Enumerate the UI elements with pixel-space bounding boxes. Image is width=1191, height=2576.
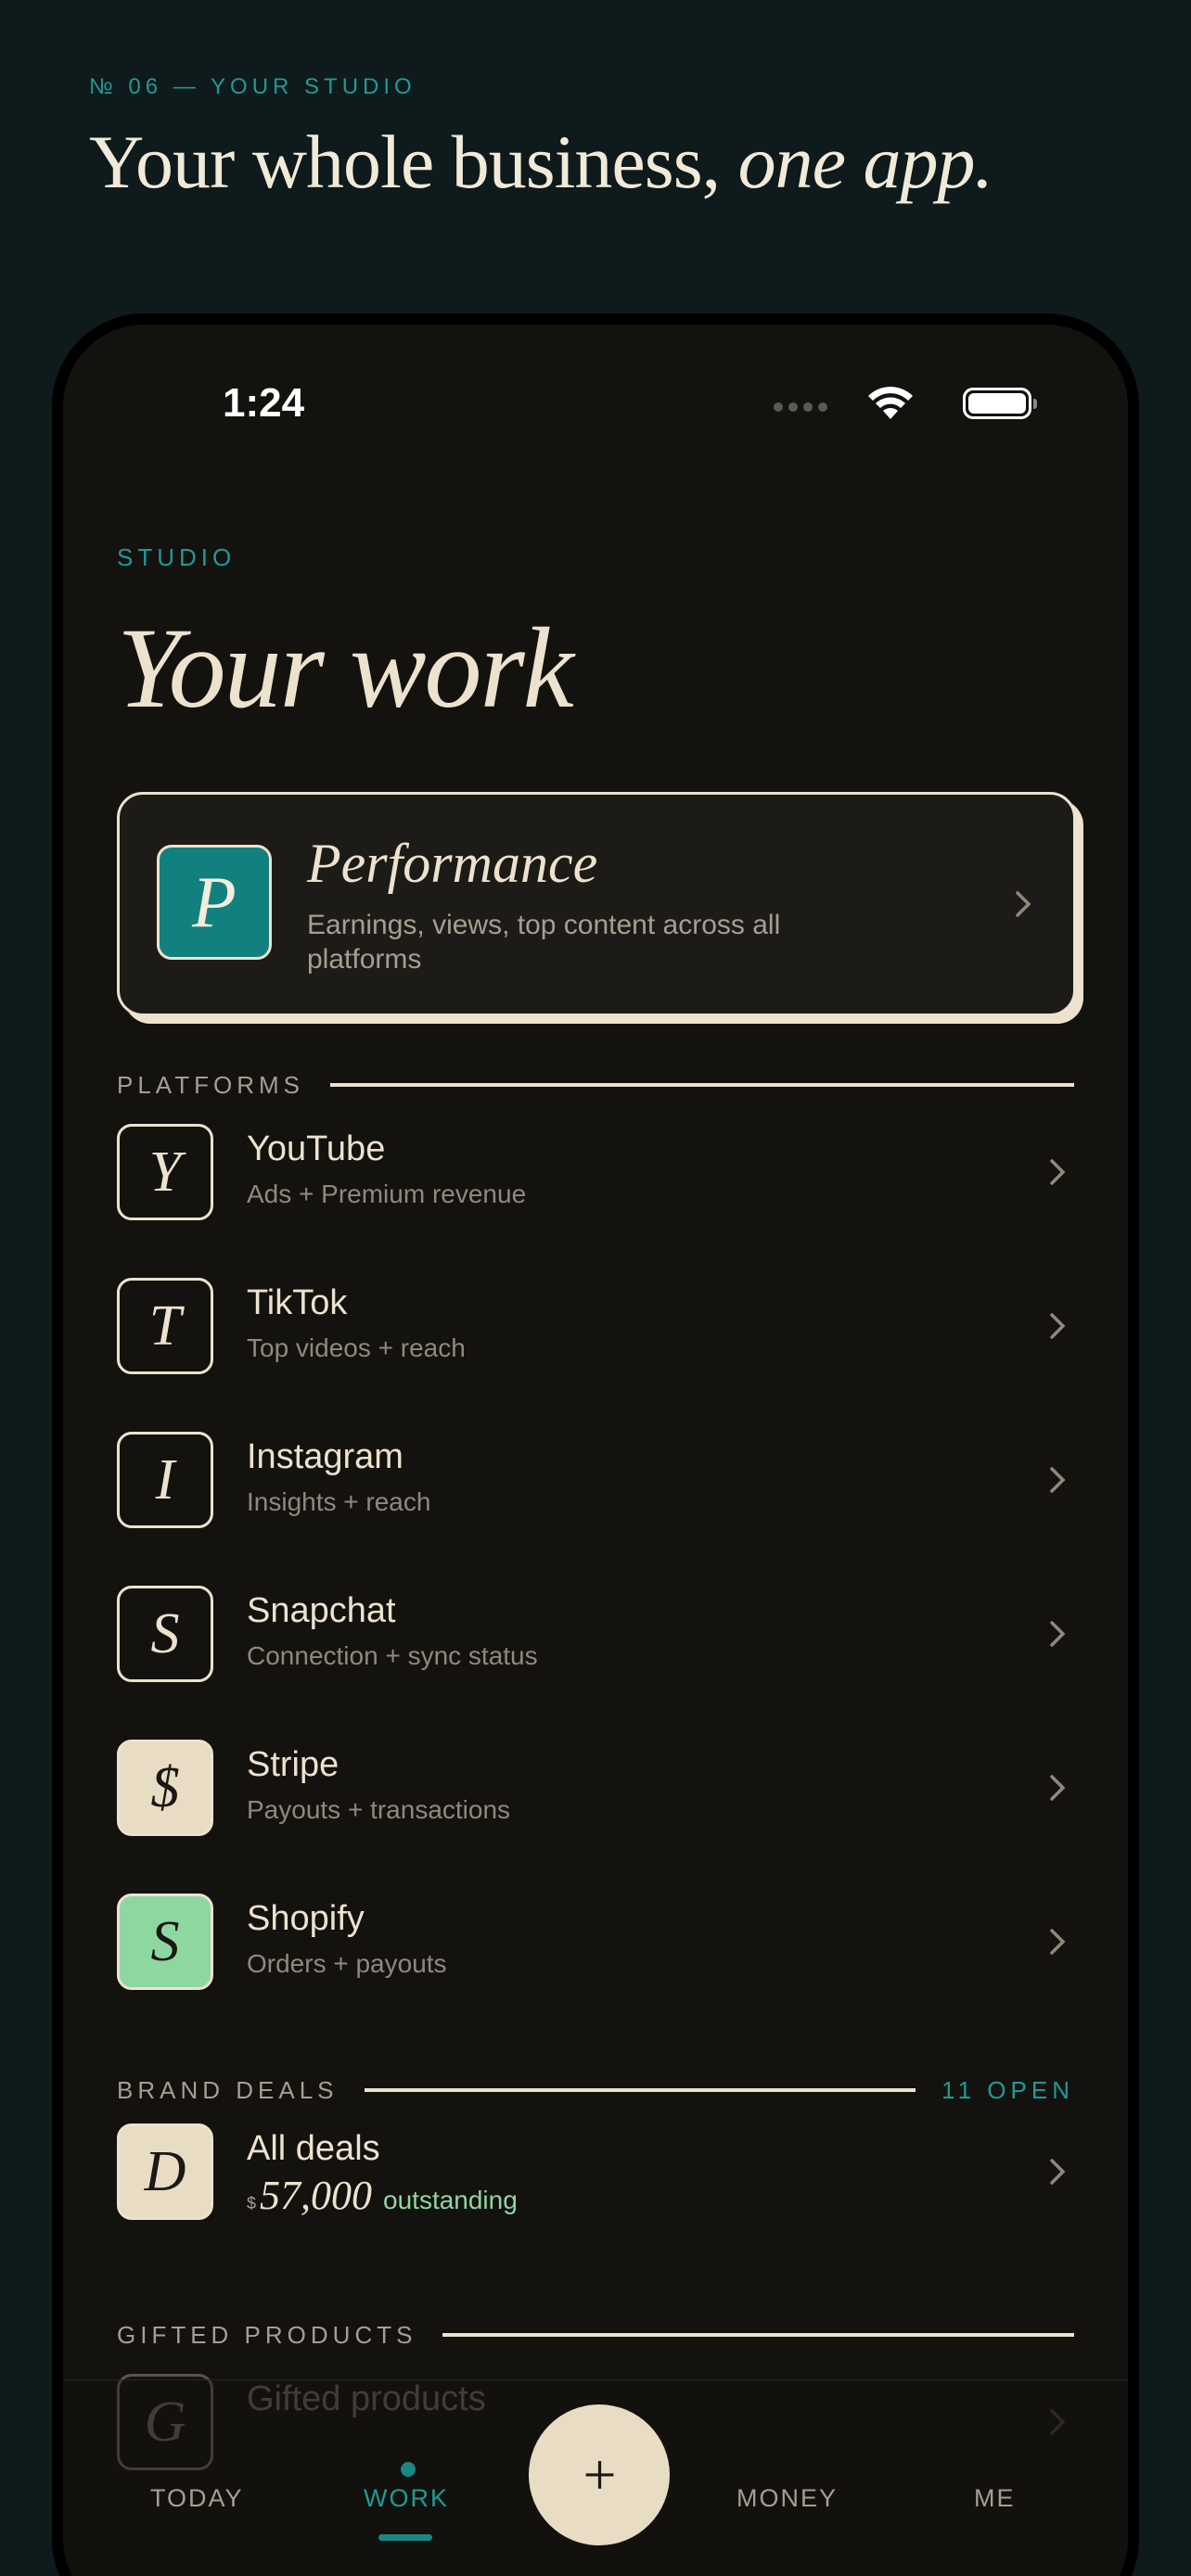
page-title: Your work	[117, 605, 574, 732]
chevron-right-icon	[1039, 1154, 1076, 1191]
phone-frame: 1:24 STUDIO Your work P Performance Earn…	[52, 313, 1139, 2576]
row-subtitle: Payouts + transactions	[247, 1795, 511, 1824]
row-title: TikTok	[247, 1283, 348, 1322]
chevron-right-icon	[1039, 1615, 1076, 1652]
row-title: Snapchat	[247, 1591, 396, 1630]
gifted-label: GIFTED PRODUCTS	[117, 2320, 417, 2349]
tiktok-tile: T	[117, 1278, 213, 1374]
platform-row-snapchat[interactable]: S Snapchat Connection + sync status	[117, 1586, 1076, 1688]
divider	[442, 2333, 1074, 2337]
gifted-section-header: GIFTED PRODUCTS	[117, 2316, 1074, 2353]
tab-work[interactable]: WORK	[364, 2484, 449, 2513]
active-indicator-dot	[401, 2462, 416, 2477]
platform-row-shopify[interactable]: S Shopify Orders + payouts	[117, 1894, 1076, 1996]
performance-description: Earnings, views, top content across all …	[307, 910, 781, 975]
headline-main: Your whole business,	[89, 120, 721, 204]
platforms-label: PLATFORMS	[117, 1070, 304, 1099]
chevron-right-icon	[1039, 1769, 1076, 1806]
row-subtitle: Orders + payouts	[247, 1949, 447, 1978]
open-deals-count: 11 OPEN	[941, 2075, 1074, 2104]
row-title: Shopify	[247, 1899, 365, 1938]
chevron-right-icon	[1005, 886, 1042, 923]
active-tab-underline	[378, 2534, 432, 2541]
row-title: All deals	[247, 2129, 380, 2168]
row-title: YouTube	[247, 1129, 386, 1168]
chevron-right-icon	[1039, 1461, 1076, 1498]
battery-icon	[963, 388, 1037, 419]
row-subtitle: Connection + sync status	[247, 1641, 538, 1670]
eyebrow: № 06 — YOUR STUDIO	[89, 74, 416, 99]
tab-bar: TODAY WORK + MONEY ME	[63, 2379, 1128, 2576]
divider	[364, 2088, 916, 2092]
outstanding-amount: $ 57,000 outstanding	[247, 2172, 518, 2219]
platform-row-youtube[interactable]: Y YouTube Ads + Premium revenue	[117, 1124, 1076, 1226]
headline-italic: one app.	[737, 120, 993, 204]
all-deals-row[interactable]: D All deals $ 57,000 outstanding	[117, 2123, 1076, 2225]
row-subtitle: Insights + reach	[247, 1487, 431, 1516]
row-title: Stripe	[247, 1745, 339, 1784]
platform-row-stripe[interactable]: $ Stripe Payouts + transactions	[117, 1740, 1076, 1842]
row-subtitle: Top videos + reach	[247, 1333, 466, 1362]
row-subtitle: Ads + Premium revenue	[247, 1180, 527, 1208]
performance-title: Performance	[307, 833, 598, 894]
youtube-tile: Y	[117, 1124, 213, 1220]
brand-deals-section-header: BRAND DEALS 11 OPEN	[117, 2072, 1074, 2109]
performance-tile: P	[157, 845, 272, 960]
section-label: STUDIO	[117, 543, 237, 571]
wifi-icon	[868, 387, 913, 419]
headline: Your whole business, one app.	[89, 119, 993, 206]
brand-deals-label: BRAND DEALS	[117, 2075, 339, 2104]
platform-row-tiktok[interactable]: T TikTok Top videos + reach	[117, 1278, 1076, 1380]
divider	[329, 1083, 1074, 1087]
platforms-section-header: PLATFORMS	[117, 1066, 1074, 1103]
chevron-right-icon	[1039, 1923, 1076, 1960]
chevron-right-icon	[1039, 2153, 1076, 2190]
status-time: 1:24	[223, 380, 305, 426]
stripe-tile: $	[117, 1740, 213, 1836]
chevron-right-icon	[1039, 1307, 1076, 1345]
phone-screen: 1:24 STUDIO Your work P Performance Earn…	[63, 325, 1128, 2576]
currency-symbol: $	[247, 2194, 257, 2213]
row-title: Instagram	[247, 1437, 403, 1476]
platform-row-instagram[interactable]: I Instagram Insights + reach	[117, 1432, 1076, 1534]
snapchat-tile: S	[117, 1586, 213, 1682]
amount-value: 57,000	[260, 2173, 373, 2218]
status-icons	[774, 382, 1037, 419]
tab-me[interactable]: ME	[974, 2484, 1016, 2513]
deals-tile: D	[117, 2123, 213, 2220]
shopify-tile: S	[117, 1894, 213, 1990]
amount-status: outstanding	[383, 2186, 518, 2214]
tab-money[interactable]: MONEY	[736, 2484, 838, 2513]
add-button[interactable]: +	[529, 2404, 670, 2545]
performance-card[interactable]: P Performance Earnings, views, top conte…	[117, 792, 1076, 1016]
instagram-tile: I	[117, 1432, 213, 1528]
cellular-signal-icon	[774, 402, 827, 412]
tab-today[interactable]: TODAY	[150, 2484, 244, 2513]
